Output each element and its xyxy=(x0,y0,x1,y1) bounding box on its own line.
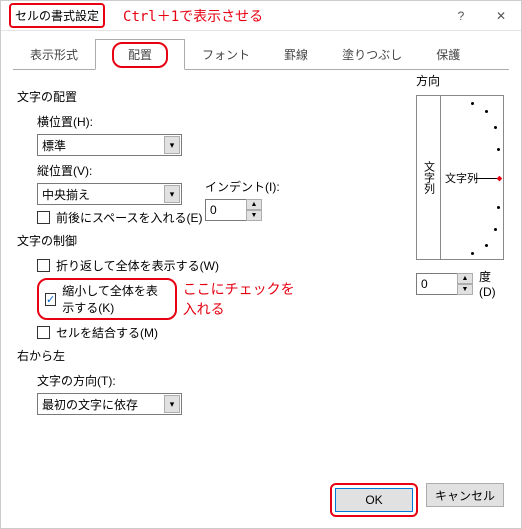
tab-font[interactable]: フォント xyxy=(185,39,267,70)
chevron-down-icon: ▾ xyxy=(164,136,180,154)
ok-button[interactable]: OK xyxy=(335,488,413,512)
annotation-shortcut: Ctrl＋1で表示させる xyxy=(123,6,263,26)
wrap-label: 折り返して全体を表示する(W) xyxy=(56,257,219,274)
direction-title: 方向 xyxy=(416,72,504,89)
spinner-up-icon[interactable]: ▲ xyxy=(457,273,473,284)
wrap-checkbox[interactable] xyxy=(37,259,50,272)
degree-input[interactable] xyxy=(416,273,458,295)
merge-checkbox[interactable] xyxy=(37,326,50,339)
dialog-title: セルの書式設定 xyxy=(9,3,105,28)
vertical-label: 縦位置(V): xyxy=(37,162,297,179)
dial-diamond-icon xyxy=(497,175,503,181)
dial-text: 文字列 xyxy=(445,170,478,186)
horizontal-label: 横位置(H): xyxy=(37,113,297,130)
annotation-check: ここにチェックを入れる xyxy=(183,279,297,319)
indent-label: インデント(I): xyxy=(205,178,280,195)
spaces-label: 前後にスペースを入れる(E) xyxy=(56,209,203,226)
tab-fill[interactable]: 塗りつぶし xyxy=(325,39,419,70)
tab-border[interactable]: 罫線 xyxy=(267,39,325,70)
spinner-down-icon[interactable]: ▼ xyxy=(246,210,262,221)
shrink-checkbox[interactable] xyxy=(45,293,56,306)
help-button[interactable]: ? xyxy=(441,2,481,30)
close-button[interactable]: ✕ xyxy=(481,2,521,30)
chevron-down-icon: ▾ xyxy=(164,395,180,413)
text-direction-value: 最初の文字に依存 xyxy=(42,396,138,413)
section-rtl: 右から左 xyxy=(17,347,297,364)
text-direction-select[interactable]: 最初の文字に依存 ▾ xyxy=(37,393,182,415)
degree-spinner[interactable]: ▲ ▼ xyxy=(416,273,473,295)
vertical-value: 中央揃え xyxy=(42,186,90,203)
tab-alignment-label: 配置 xyxy=(112,42,168,68)
indent-input[interactable] xyxy=(205,199,247,221)
tab-alignment[interactable]: 配置 xyxy=(95,39,185,70)
tab-protection[interactable]: 保護 xyxy=(419,39,477,70)
cancel-button[interactable]: キャンセル xyxy=(426,483,504,507)
orientation-dial[interactable]: 文字列 xyxy=(441,96,503,259)
chevron-down-icon: ▾ xyxy=(164,185,180,203)
orientation-vertical-text[interactable]: 文字列 xyxy=(417,96,441,259)
tab-number[interactable]: 表示形式 xyxy=(13,39,95,70)
horizontal-select[interactable]: 標準 ▾ xyxy=(37,134,182,156)
section-text-control: 文字の制御 xyxy=(17,232,297,249)
spinner-down-icon[interactable]: ▼ xyxy=(457,284,473,295)
spaces-checkbox[interactable] xyxy=(37,211,50,224)
merge-label: セルを結合する(M) xyxy=(56,324,158,341)
vertical-select[interactable]: 中央揃え ▾ xyxy=(37,183,182,205)
degree-label: 度(D) xyxy=(479,268,504,299)
horizontal-value: 標準 xyxy=(42,137,66,154)
text-direction-label: 文字の方向(T): xyxy=(37,372,297,389)
tab-strip: 表示形式 配置 フォント 罫線 塗りつぶし 保護 xyxy=(1,31,521,70)
indent-spinner[interactable]: ▲ ▼ xyxy=(205,199,280,221)
spinner-up-icon[interactable]: ▲ xyxy=(246,199,262,210)
orientation-box[interactable]: 文字列 文字列 xyxy=(416,95,504,260)
section-text-alignment: 文字の配置 xyxy=(17,88,297,105)
shrink-label: 縮小して全体を表示する(K) xyxy=(62,282,168,316)
